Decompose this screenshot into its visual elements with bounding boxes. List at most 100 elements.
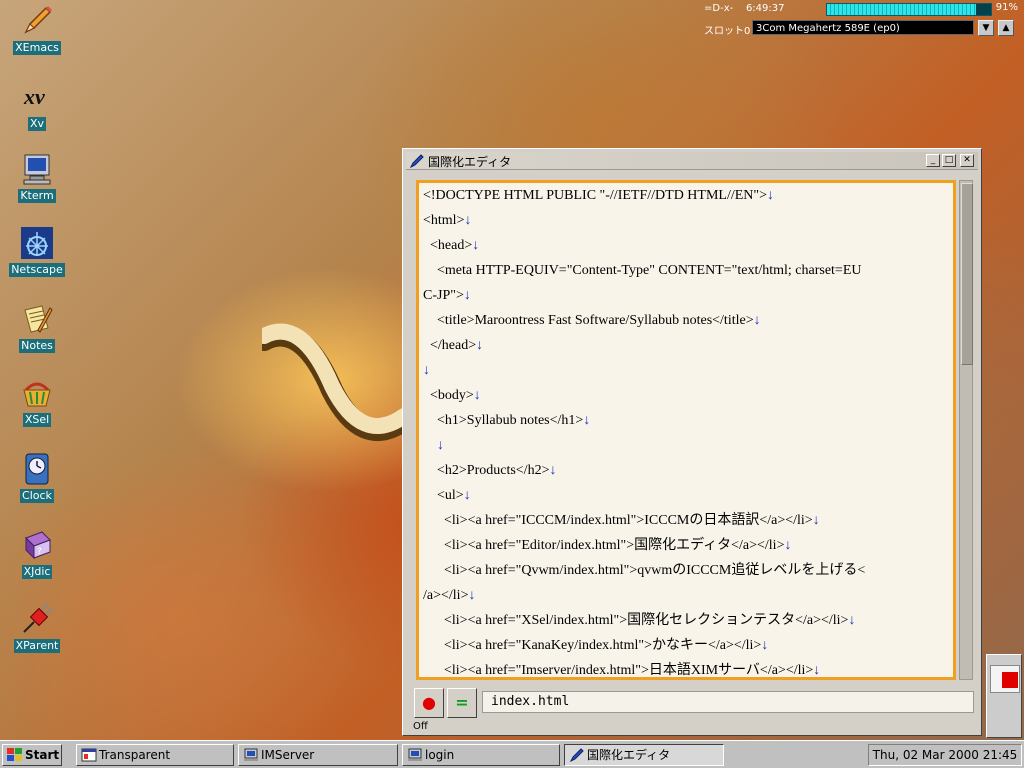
desktop-icon-label: Netscape [9,263,65,277]
desktop-icon-xsel[interactable]: XSel [8,376,66,427]
code-line-text: <h2>Products</h2> [423,463,550,478]
equal-button[interactable]: = [447,688,477,718]
desktop-icon-xparent[interactable]: XParent [8,602,66,653]
code-line: C-JP">↓ [423,283,949,308]
desktop-icon-kterm[interactable]: Kterm [8,152,66,203]
code-line-text: /a></li> [423,588,469,603]
network-card-field: 3Com Megahertz 589E (ep0) [752,20,974,35]
code-line: <li><a href="Editor/index.html">国際化エディタ<… [423,533,949,558]
scrollbar-thumb[interactable] [961,183,973,365]
newline-marker: ↓ [767,188,775,203]
task-editor[interactable]: 国際化エディタ [564,744,724,766]
task-transparent[interactable]: Transparent [76,744,234,766]
code-line-text: <h1>Syllabub notes</h1> [423,413,584,428]
basket-icon [20,376,54,410]
pencil-icon [569,748,585,765]
system-status-panel: =D-x- 6:49:37 91% スロット0 3Com Megahertz 5… [700,0,1024,40]
code-line-text: <li><a href="KanaKey/index.html">かなキー</a… [423,638,762,653]
newline-marker: ↓ [753,313,761,328]
pencil-icon [409,154,424,171]
start-label: Start [25,748,60,762]
maximize-button[interactable]: □ [942,154,956,167]
editor-window[interactable]: 国際化エディタ _ □ ✕ <!DOCTYPE HTML PUBLIC "-//… [402,148,982,736]
newline-marker: ↓ [784,538,792,553]
task-login[interactable]: login [402,744,560,766]
desktop-icon-xjdic[interactable]: ? XJdic [8,528,66,579]
task-label: login [425,748,455,762]
desktop-icon-xv[interactable]: xv Xv [8,80,66,131]
clock-icon [20,452,54,486]
minimize-button[interactable]: _ [926,154,940,167]
desktop-icon-label: Kterm [18,189,56,203]
book-icon: ? [20,528,54,562]
code-line: <li><a href="XSel/index.html">国際化セレクションテ… [423,608,949,633]
desktop-icon-label: XEmacs [13,41,61,55]
desktop-icon-notes[interactable]: Notes [8,302,66,353]
code-line: <title>Maroontress Fast Software/Syllabu… [423,308,949,333]
newline-marker: ↓ [464,213,472,228]
pager-active-window [1002,672,1018,688]
xv-logo-icon: xv [20,80,54,114]
code-line: <h2>Products</h2>↓ [423,458,949,483]
ship-wheel-icon [20,226,54,260]
notepad-icon [20,302,54,336]
filename-field[interactable]: index.html [482,691,974,713]
code-line: /a></li>↓ [423,583,949,608]
code-line-text: <html> [423,213,465,228]
pencil-icon [20,4,54,38]
newline-marker: ↓ [463,288,471,303]
task-label: IMServer [261,748,315,762]
code-line-text: <meta HTTP-EQUIV="Content-Type" CONTENT=… [423,263,862,278]
code-lines: <!DOCTYPE HTML PUBLIC "-//IETF//DTD HTML… [419,183,953,678]
code-line: <ul>↓ [423,483,949,508]
code-line: <body>↓ [423,383,949,408]
desk-pager-widget[interactable] [986,654,1022,738]
taskbar-clock: Thu, 02 Mar 2000 21:45 [868,744,1022,766]
terminal-icon [243,748,259,765]
code-line-text: <li><a href="Imserver/index.html">日本語XIM… [423,663,814,678]
desktop-icon-label: Xv [27,117,47,131]
newline-marker: ↓ [549,463,557,478]
desktop-icon-netscape[interactable]: Netscape [8,226,66,277]
eject-up-button[interactable]: ▲ [998,20,1014,36]
apm-status: =D-x- [704,3,734,14]
code-line-text: C-JP"> [423,288,464,303]
code-line: <meta HTTP-EQUIV="Content-Type" CONTENT=… [423,258,949,283]
code-line: <!DOCTYPE HTML PUBLIC "-//IETF//DTD HTML… [423,183,949,208]
editor-titlebar[interactable]: 国際化エディタ _ □ ✕ [406,152,978,170]
desktop-icon-label: XSel [22,413,52,427]
editor-text-area[interactable]: <!DOCTYPE HTML PUBLIC "-//IETF//DTD HTML… [416,180,956,680]
vertical-scrollbar[interactable] [959,180,973,680]
desktop-icon-xemacs[interactable]: XEmacs [8,4,66,55]
window-title: 国際化エディタ [428,155,512,169]
battery-percent: 91% [995,2,1018,13]
code-line: </head>↓ [423,333,949,358]
newline-marker: ↓ [437,438,444,453]
wallpaper-swoosh [253,300,415,463]
code-line-text: <!DOCTYPE HTML PUBLIC "-//IETF//DTD HTML… [423,188,768,203]
code-line: ↓ [423,433,949,458]
plug-icon [20,602,54,636]
status-readout: =D-x- 6:49:37 [704,3,785,14]
start-button[interactable]: Start [2,744,62,766]
newline-marker: ↓ [468,588,476,603]
newline-marker: ↓ [476,338,484,353]
newline-marker: ↓ [463,488,471,503]
task-imserver[interactable]: IMServer [238,744,398,766]
code-line: ↓ [423,358,949,383]
newline-marker: ↓ [812,513,820,528]
pager-screen [990,665,1020,693]
newline-marker: ↓ [423,363,430,378]
code-line-text: <li><a href="ICCCM/index.html">ICCCMの日本語… [423,513,813,528]
record-icon: ● [422,693,436,712]
code-line: <html>↓ [423,208,949,233]
eject-down-button[interactable]: ▼ [978,20,994,36]
window-icon [81,748,97,765]
desktop-icon-label: Clock [20,489,54,503]
desktop-icon-clock[interactable]: Clock [8,452,66,503]
close-button[interactable]: ✕ [960,154,974,167]
code-line: <li><a href="ICCCM/index.html">ICCCMの日本語… [423,508,949,533]
task-label: Transparent [99,748,171,762]
code-line: <li><a href="Imserver/index.html">日本語XIM… [423,658,949,678]
record-button[interactable]: ● [414,688,444,718]
